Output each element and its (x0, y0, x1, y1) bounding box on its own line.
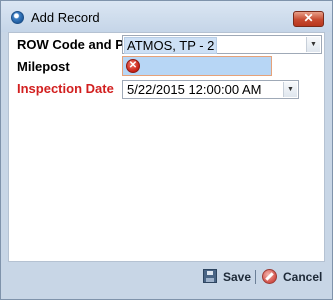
milepost-input[interactable]: ✕ (122, 56, 272, 76)
close-icon: ✕ (303, 11, 314, 25)
row-code-select[interactable]: ATMOS, TP - 2 ▼ (122, 35, 322, 54)
cancel-icon (262, 269, 277, 284)
milepost-label: Milepost (17, 59, 70, 74)
window-title: Add Record (31, 10, 100, 25)
add-record-dialog: Add Record ✕ ROW Code and Pipe ATMOS, TP… (0, 0, 333, 300)
row-code-value: ATMOS, TP - 2 (124, 37, 218, 54)
save-icon (203, 269, 217, 283)
chevron-down-icon[interactable]: ▼ (306, 37, 320, 52)
form-panel: ROW Code and Pipe ATMOS, TP - 2 ▼ Milepo… (8, 32, 325, 262)
cancel-label: Cancel (283, 270, 323, 284)
error-icon: ✕ (126, 59, 140, 73)
chevron-down-icon[interactable]: ▼ (283, 82, 297, 97)
button-divider (255, 270, 256, 284)
app-icon (11, 11, 24, 24)
save-label: Save (223, 270, 252, 284)
title-bar[interactable]: Add Record ✕ (1, 1, 332, 32)
dialog-footer: Save Cancel (8, 263, 325, 290)
inspection-date-picker[interactable]: 5/22/2015 12:00:00 AM ▼ (122, 80, 299, 99)
inspection-date-value: 5/22/2015 12:00:00 AM (127, 82, 262, 97)
inspection-date-label: Inspection Date (17, 81, 114, 96)
close-button[interactable]: ✕ (293, 11, 324, 27)
